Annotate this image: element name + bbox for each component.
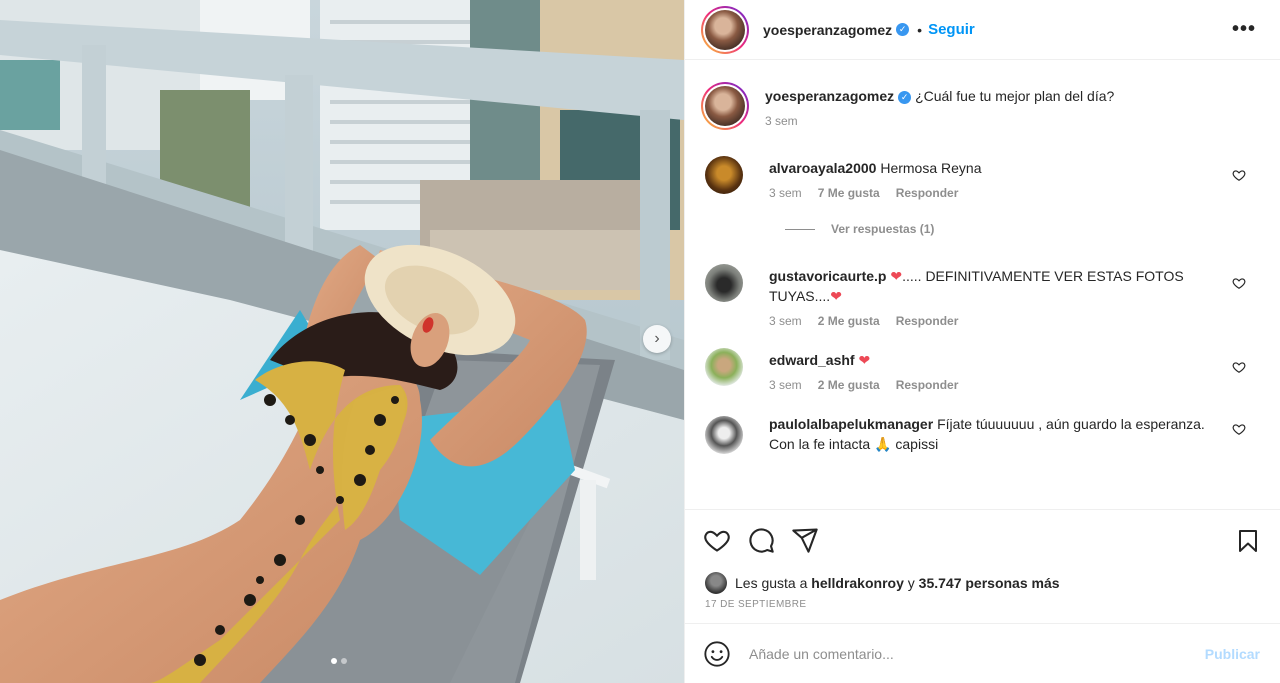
avatar[interactable] <box>701 82 749 130</box>
comment-username[interactable]: gustavoricaurte.p <box>769 268 886 284</box>
comment-icon[interactable] <box>747 526 775 554</box>
comment-time[interactable]: 3 sem <box>769 314 802 328</box>
comment-time[interactable]: 3 sem <box>769 378 802 392</box>
comment-text: Hermosa Reyna <box>880 160 982 176</box>
post-photo <box>0 0 684 683</box>
comment-likes[interactable]: 2 Me gusta <box>818 378 880 392</box>
like-comment-icon[interactable] <box>1232 276 1246 290</box>
caption-text: ¿Cuál fue tu mejor plan del día? <box>915 88 1115 104</box>
likes-user[interactable]: helldrakonroy <box>811 575 904 591</box>
avatar[interactable] <box>705 264 743 302</box>
comment-item: paulolalbapelukmanager Fíjate túuuuuuu ,… <box>701 416 1264 454</box>
like-icon[interactable] <box>703 526 731 554</box>
likes-count[interactable]: 35.747 personas más <box>919 575 1060 591</box>
reply-button[interactable]: Responder <box>896 186 959 200</box>
add-comment-bar: Publicar <box>685 623 1280 683</box>
comment-likes[interactable]: 2 Me gusta <box>818 314 880 328</box>
more-options-icon[interactable]: ••• <box>1232 18 1256 41</box>
separator: • <box>917 21 923 38</box>
reply-button[interactable]: Responder <box>896 314 959 328</box>
comment-input[interactable] <box>749 645 1205 662</box>
likes-prefix: Les gusta a <box>735 575 808 591</box>
comment-item: gustavoricaurte.p ❤..... DEFINITIVAMENTE… <box>701 264 1264 328</box>
post-panel: yoesperanzagomez ✓ • Seguir ••• yoespera… <box>684 0 1280 683</box>
post-media[interactable]: › <box>0 0 684 683</box>
red-heart-icon: ❤ <box>858 352 871 368</box>
divider <box>785 228 815 230</box>
avatar[interactable] <box>705 416 743 454</box>
comment-username[interactable]: edward_ashf <box>769 352 855 368</box>
emoji-icon[interactable] <box>703 640 731 668</box>
post-actions <box>685 509 1280 569</box>
likes-summary: Les gusta a helldrakonroy y 35.747 perso… <box>685 569 1280 597</box>
view-replies-button[interactable]: Ver respuestas (1) <box>785 222 1264 236</box>
carousel-indicator <box>331 658 347 664</box>
caption-time[interactable]: 3 sem <box>765 114 798 128</box>
caption-username[interactable]: yoesperanzagomez <box>765 88 894 104</box>
bookmark-icon[interactable] <box>1236 528 1260 559</box>
likes-conj: y <box>907 575 915 591</box>
carousel-dot-active <box>331 658 337 664</box>
comment-item: edward_ashf ❤ 3 sem 2 Me gusta Responder <box>701 348 1264 392</box>
like-comment-icon[interactable] <box>1232 422 1246 436</box>
comment-item: alvaroayala2000 Hermosa Reyna 3 sem 7 Me… <box>701 156 1264 200</box>
comment-username[interactable]: alvaroayala2000 <box>769 160 876 176</box>
comments-list[interactable]: yoesperanzagomez ✓ ¿Cuál fue tu mejor pla… <box>685 60 1280 509</box>
post-username[interactable]: yoesperanzagomez <box>763 22 892 38</box>
red-heart-icon: ❤ <box>830 288 842 304</box>
comment-likes[interactable]: 7 Me gusta <box>818 186 880 200</box>
share-icon[interactable] <box>791 526 819 554</box>
comment-username[interactable]: paulolalbapelukmanager <box>769 416 933 432</box>
view-replies-label: Ver respuestas (1) <box>831 222 935 236</box>
chevron-right-icon: › <box>654 330 660 347</box>
reply-button[interactable]: Responder <box>896 378 959 392</box>
next-slide-button[interactable]: › <box>643 325 671 353</box>
avatar[interactable] <box>701 5 749 54</box>
post-caption: yoesperanzagomez ✓ ¿Cuál fue tu mejor pla… <box>701 82 1264 130</box>
like-comment-icon[interactable] <box>1232 168 1246 182</box>
post-date[interactable]: 17 DE SEPTIEMBRE <box>685 599 1280 623</box>
red-heart-icon: ❤ <box>890 268 903 284</box>
avatar[interactable] <box>705 348 743 386</box>
publish-button[interactable]: Publicar <box>1205 646 1260 662</box>
like-comment-icon[interactable] <box>1232 360 1246 374</box>
carousel-dot <box>341 658 347 664</box>
comment-time[interactable]: 3 sem <box>769 186 802 200</box>
verified-icon: ✓ <box>898 90 912 104</box>
verified-icon: ✓ <box>896 23 910 36</box>
avatar[interactable] <box>705 156 743 194</box>
post-header: yoesperanzagomez ✓ • Seguir ••• <box>685 0 1280 60</box>
avatar[interactable] <box>705 572 727 594</box>
follow-button[interactable]: Seguir <box>928 21 975 38</box>
